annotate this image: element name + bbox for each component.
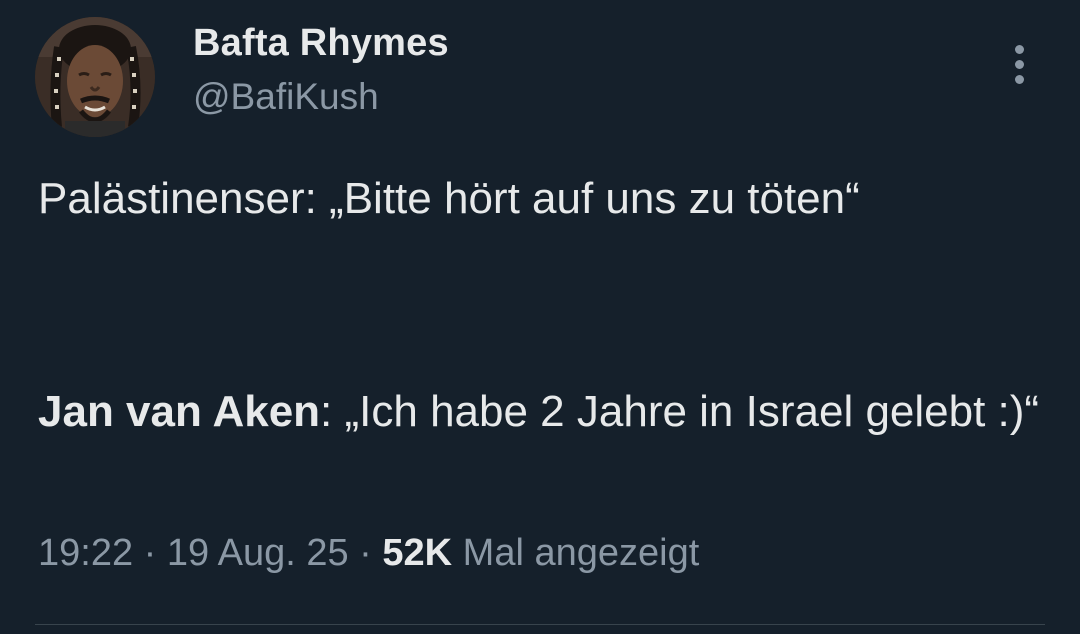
more-dot (1015, 75, 1024, 84)
tweet-date[interactable]: 19 Aug. 25 (167, 532, 349, 574)
tweet-time[interactable]: 19:22 (38, 532, 133, 574)
tweet-meta: 19:22 · 19 Aug. 25 · 52K Mal angezeigt (38, 532, 699, 575)
tweet-text-bold-name: Jan van Aken (38, 387, 321, 436)
more-dot (1015, 45, 1024, 54)
more-options-icon[interactable] (1000, 42, 1040, 88)
tweet: Bafta Rhymes @BafiKush Palästinenser: „B… (0, 0, 1080, 634)
tweet-text-rest: : „Ich habe 2 Jahre in Israel gelebt :)“ (320, 387, 1040, 436)
more-dot (1015, 60, 1024, 69)
author-handle[interactable]: @BafiKush (193, 76, 379, 118)
views-label: Mal angezeigt (452, 532, 700, 574)
divider (35, 624, 1045, 625)
avatar[interactable] (35, 17, 155, 137)
author-name[interactable]: Bafta Rhymes (193, 22, 449, 65)
meta-separator: · (348, 532, 383, 574)
views-count[interactable]: 52K (382, 532, 452, 574)
meta-separator: · (133, 532, 167, 574)
avatar-image (35, 17, 155, 137)
tweet-text-paragraph-1: Palästinenser: „Bitte hört auf uns zu tö… (38, 174, 860, 223)
tweet-text-paragraph-2: Jan van Aken: „Ich habe 2 Jahre in Israe… (38, 378, 1048, 445)
